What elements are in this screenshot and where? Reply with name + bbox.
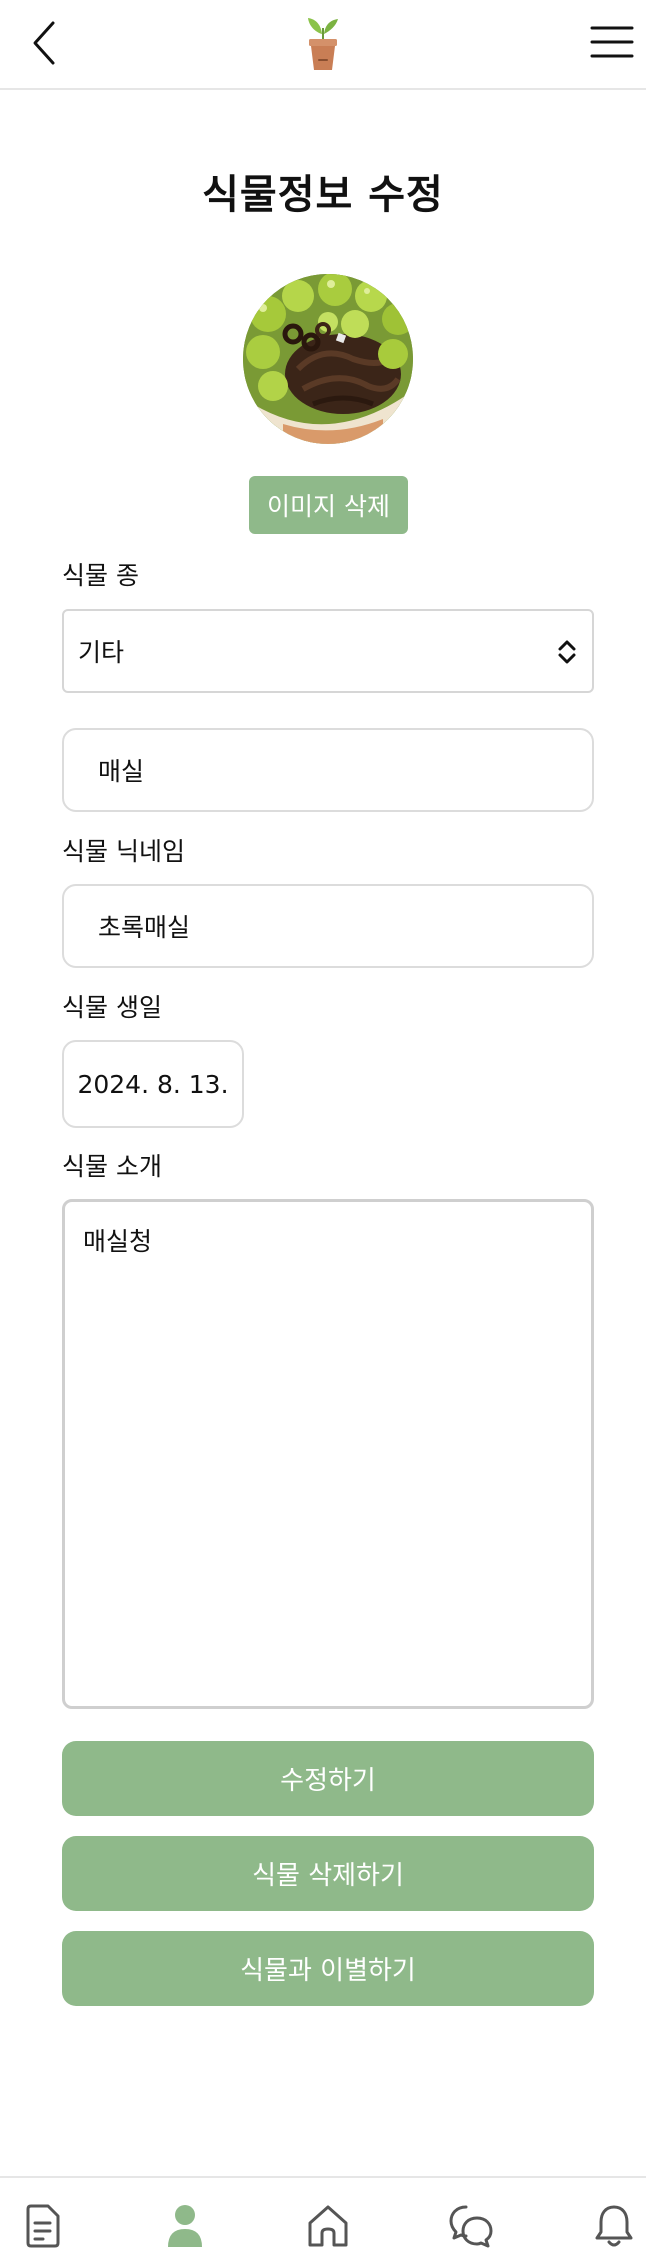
page-title: 식물정보 수정 (202, 172, 444, 218)
potted-sprout-logo (308, 18, 338, 70)
nickname-label: 식물 닉네임 (62, 837, 185, 866)
profile-icon (168, 2205, 202, 2247)
plant-photo-image (243, 274, 413, 444)
home-icon (308, 2205, 348, 2247)
nav-diary[interactable] (12, 2196, 72, 2256)
chat-icon (449, 2205, 493, 2248)
birthday-label: 식물 생일 (62, 993, 162, 1022)
intro-value: 매실청 (83, 1227, 153, 1256)
nav-notifications[interactable] (584, 2196, 644, 2256)
select-updown-icon (558, 640, 576, 664)
nickname-input[interactable]: 초록매실 (62, 884, 594, 968)
species-select-value: 기타 (78, 638, 125, 667)
bell-icon (595, 2205, 633, 2247)
farewell-plant-button[interactable]: 식물과 이별하기 (62, 1931, 594, 2006)
delete-plant-button[interactable]: 식물 삭제하기 (62, 1836, 594, 1911)
edit-button[interactable]: 수정하기 (62, 1741, 594, 1816)
intro-label: 식물 소개 (62, 1152, 162, 1181)
birthday-date-input[interactable]: 2024. 8. 13. (62, 1040, 244, 1128)
bottom-nav (0, 2176, 646, 2266)
nav-chat[interactable] (441, 2196, 501, 2256)
top-header (0, 0, 646, 90)
diary-icon (26, 2204, 60, 2248)
species-custom-value: 매실 (98, 757, 145, 786)
chevron-left-icon (33, 21, 55, 65)
menu-button[interactable] (590, 22, 634, 62)
nav-home[interactable] (298, 2196, 358, 2256)
nav-profile[interactable] (155, 2196, 215, 2256)
species-custom-input[interactable]: 매실 (62, 728, 594, 812)
species-select[interactable]: 기타 (62, 609, 594, 693)
back-button[interactable] (22, 16, 66, 70)
birthday-value: 2024. 8. 13. (77, 1069, 229, 1099)
hamburger-menu-icon (590, 26, 634, 58)
app-logo[interactable] (303, 14, 343, 72)
nickname-value: 초록매실 (98, 913, 191, 942)
species-label: 식물 종 (62, 561, 139, 590)
delete-image-button[interactable]: 이미지 삭제 (249, 476, 408, 534)
intro-textarea[interactable]: 매실청 (62, 1199, 594, 1709)
plant-photo[interactable] (243, 274, 413, 444)
